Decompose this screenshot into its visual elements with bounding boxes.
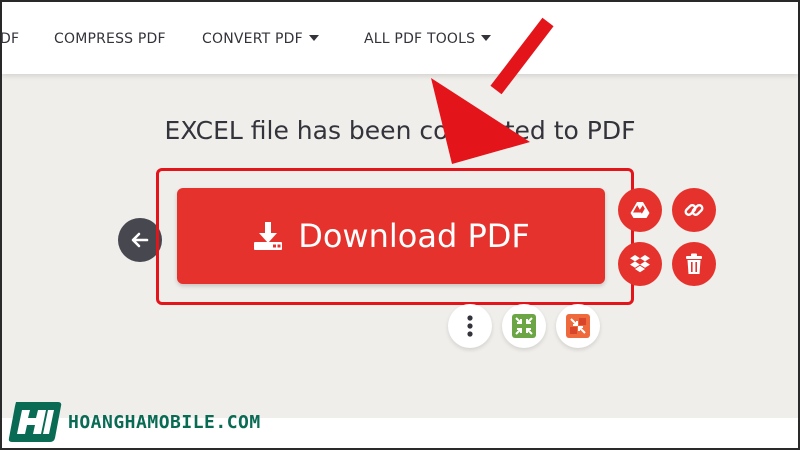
download-label: Download PDF (298, 217, 530, 255)
split-pdf-button[interactable] (556, 304, 600, 348)
nav-item-truncated[interactable]: DF (0, 31, 19, 47)
link-icon (684, 204, 704, 216)
delete-button[interactable] (672, 242, 716, 286)
nav-item-label: ALL PDF TOOLS (364, 31, 476, 47)
dropbox-button[interactable] (618, 242, 662, 286)
google-drive-icon (630, 202, 650, 218)
nav-item-compress-pdf[interactable]: COMPRESS PDF (54, 31, 166, 47)
download-pdf-button[interactable]: Download PDF (177, 188, 605, 284)
watermark-text: HOANGHAMOBILE.COM (68, 411, 261, 433)
google-drive-button[interactable] (618, 188, 662, 232)
nav-item-convert-pdf[interactable]: CONVERT PDF (202, 31, 319, 47)
hoangha-logo-icon (8, 402, 62, 442)
arrow-left-icon (131, 232, 149, 248)
nav-item-all-pdf-tools[interactable]: ALL PDF TOOLS (364, 31, 492, 47)
caret-down-icon (308, 35, 319, 41)
top-navbar: DF COMPRESS PDF CONVERT PDF ALL PDF TOOL… (0, 2, 798, 74)
more-options-button[interactable] (448, 304, 492, 348)
nav-item-label: CONVERT PDF (202, 31, 303, 47)
copy-link-button[interactable] (672, 188, 716, 232)
download-icon (254, 222, 283, 250)
status-title: EXCEL file has been converted to PDF (164, 116, 636, 145)
watermark-logo: HOANGHAMOBILE.COM (8, 400, 261, 444)
trash-icon (686, 253, 702, 274)
main-content: EXCEL file has been converted to PDF Dow… (2, 74, 798, 418)
caret-down-icon (481, 35, 492, 41)
compress-pdf-button[interactable] (502, 304, 546, 348)
compress-icon (512, 314, 536, 338)
dropbox-icon (630, 255, 650, 273)
more-vertical-icon (467, 315, 473, 337)
split-icon (566, 314, 590, 338)
